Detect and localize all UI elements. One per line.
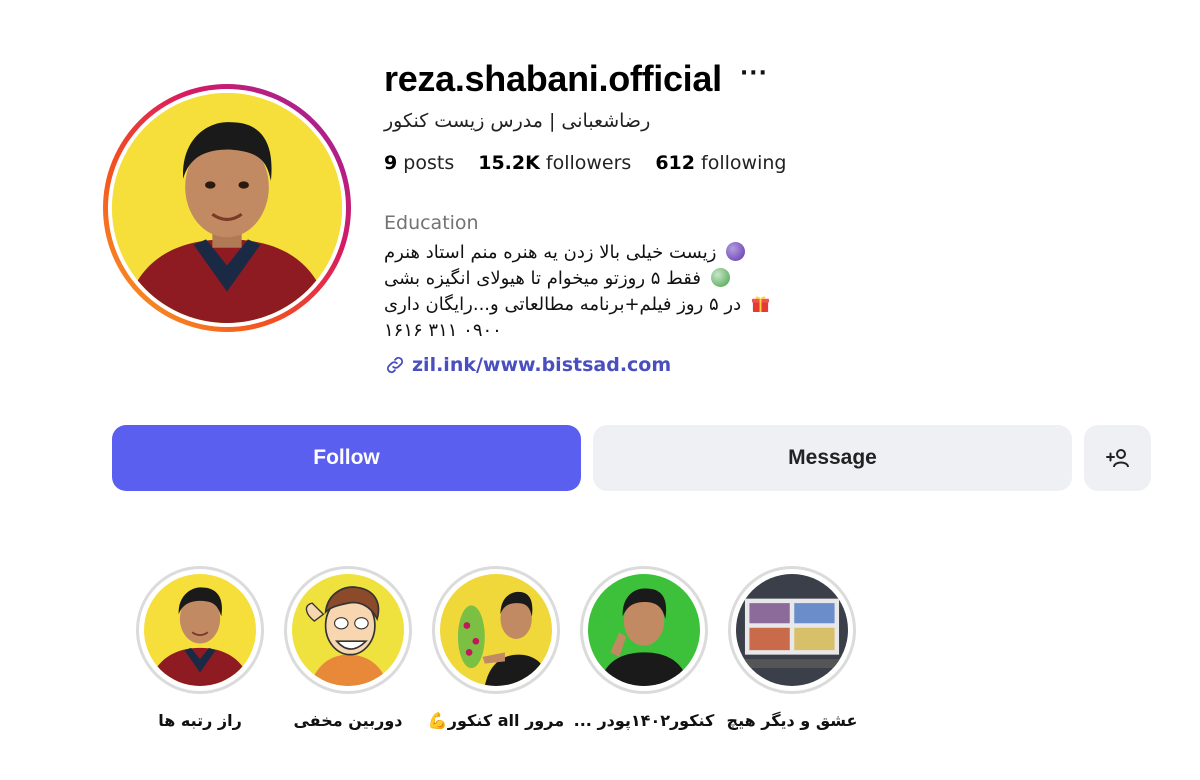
link-icon bbox=[386, 356, 404, 374]
following-label: following bbox=[701, 152, 787, 174]
bio-text: در ۵ روز فیلم+برنامه مطالعاتی و...رایگان… bbox=[384, 294, 742, 315]
suggested-accounts-button[interactable] bbox=[1084, 425, 1151, 491]
highlight-cover bbox=[588, 574, 700, 686]
bio-line: فقط ۵ روزتو میخوام تا هیولای انگیزه بشی bbox=[384, 266, 814, 292]
highlight-ring bbox=[136, 566, 264, 694]
following-stat[interactable]: 612 following bbox=[655, 152, 786, 174]
follow-button[interactable]: Follow bbox=[112, 425, 581, 491]
highlight-cover bbox=[736, 574, 848, 686]
story-highlight[interactable]: دوربین مخفی bbox=[283, 566, 413, 730]
avatar-inner bbox=[108, 89, 346, 327]
username: reza.shabani.official bbox=[384, 58, 722, 99]
highlight-ring bbox=[580, 566, 708, 694]
highlight-cover bbox=[292, 574, 404, 686]
story-highlight[interactable]: عشق و دیگر هیچ bbox=[727, 566, 857, 730]
bio-text: زیست خیلی بالا زدن یه هنره منم استاد هنر… bbox=[384, 242, 717, 263]
highlight-ring bbox=[728, 566, 856, 694]
gift-icon bbox=[751, 296, 769, 313]
add-person-icon bbox=[1105, 449, 1129, 468]
highlight-label: دوربین مخفی bbox=[293, 711, 403, 730]
posts-count: 9 bbox=[384, 152, 398, 174]
posts-label: posts bbox=[403, 152, 455, 174]
bio-line: در ۵ روز فیلم+برنامه مطالعاتی و...رایگان… bbox=[384, 292, 814, 318]
follow-label: Follow bbox=[313, 446, 380, 469]
posts-stat[interactable]: 9 posts bbox=[384, 152, 454, 174]
followers-stat[interactable]: 15.2K followers bbox=[478, 152, 631, 174]
highlight-ring bbox=[284, 566, 412, 694]
bio-line: ۰۹۰۰ ۳۱۱ ۱۶۱۶ bbox=[384, 318, 814, 344]
link-text: zil.ink/www.bistsad.com bbox=[412, 354, 672, 376]
highlight-cover bbox=[440, 574, 552, 686]
green-circle-icon bbox=[710, 268, 730, 287]
highlight-ring bbox=[432, 566, 560, 694]
profile-category: Education bbox=[384, 212, 479, 234]
following-count: 612 bbox=[655, 152, 695, 174]
profile-bio: زیست خیلی بالا زدن یه هنره منم استاد هنر… bbox=[384, 240, 1144, 344]
bio-phone: ۰۹۰۰ ۳۱۱ ۱۶۱۶ bbox=[384, 320, 502, 341]
story-highlight[interactable]: کنکور۱۴۰۲پودر ... bbox=[574, 566, 714, 730]
purple-circle-icon bbox=[726, 242, 746, 261]
profile-stats: 9 posts 15.2K followers 612 following bbox=[384, 152, 1144, 174]
highlight-label: راز رتبه ها bbox=[158, 711, 242, 730]
more-options-icon[interactable]: ··· bbox=[740, 63, 768, 85]
avatar-photo bbox=[112, 93, 342, 323]
profile-avatar[interactable] bbox=[103, 84, 351, 332]
followers-label: followers bbox=[545, 152, 632, 174]
story-highlight[interactable]: راز رتبه ها bbox=[135, 566, 265, 730]
story-highlight[interactable]: مرور all کنکور💪 bbox=[428, 566, 564, 730]
message-button[interactable]: Message bbox=[593, 425, 1072, 491]
bio-line: زیست خیلی بالا زدن یه هنره منم استاد هنر… bbox=[384, 240, 814, 266]
full-name: رضاشعبانی | مدرس زیست کنکور bbox=[384, 110, 651, 132]
highlight-label: مرور all کنکور💪 bbox=[427, 711, 565, 730]
username-row: reza.shabani.official ··· bbox=[384, 56, 1144, 102]
bio-text: فقط ۵ روزتو میخوام تا هیولای انگیزه بشی bbox=[384, 268, 701, 289]
profile-info: reza.shabani.official ··· رضاشعبانی | مد… bbox=[384, 56, 1144, 376]
highlight-label: کنکور۱۴۰۲پودر ... bbox=[573, 711, 715, 730]
highlight-label: عشق و دیگر هیچ bbox=[726, 711, 858, 730]
highlight-cover bbox=[144, 574, 256, 686]
profile-link[interactable]: zil.ink/www.bistsad.com bbox=[384, 354, 1144, 376]
message-label: Message bbox=[788, 446, 877, 469]
followers-count: 15.2K bbox=[478, 152, 540, 174]
